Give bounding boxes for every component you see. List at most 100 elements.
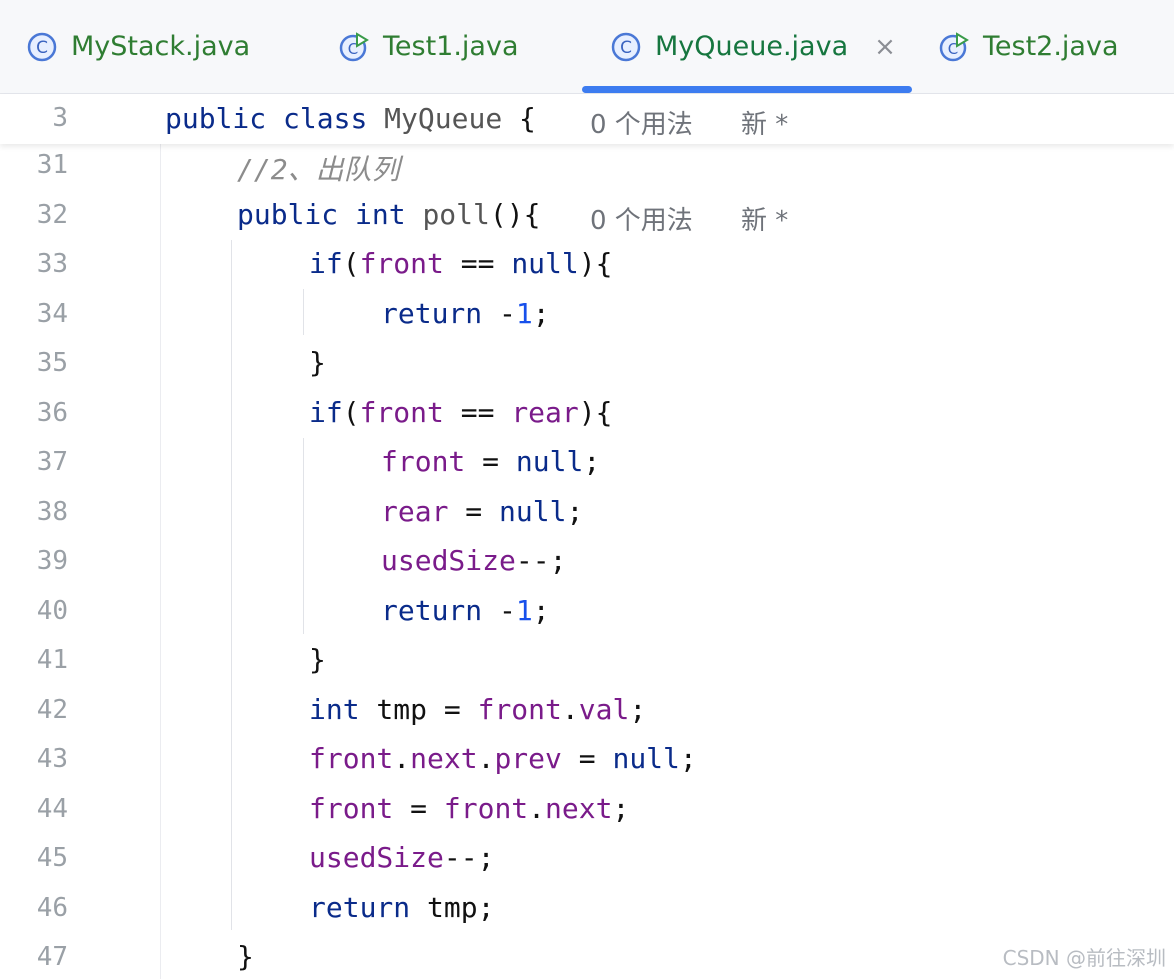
- line-number: 3: [52, 103, 68, 133]
- operator: ==: [443, 396, 512, 429]
- line-number: 46: [36, 893, 68, 923]
- operator: -: [482, 297, 516, 330]
- new-author-hint[interactable]: 新 *: [741, 104, 788, 141]
- svg-text:C: C: [620, 38, 632, 58]
- punct: ;: [679, 742, 697, 775]
- field: rear: [511, 396, 579, 429]
- line-number: 40: [36, 596, 68, 626]
- field: front: [359, 247, 444, 280]
- usages-hint[interactable]: 0 个用法: [590, 200, 693, 237]
- punct: ;: [612, 792, 630, 825]
- keyword: null: [499, 495, 567, 528]
- run-class-icon: C: [938, 31, 970, 63]
- operator: =: [561, 742, 613, 775]
- line-number: 37: [36, 447, 68, 477]
- code-line: return -1;: [381, 297, 550, 330]
- code-line: public int poll(){: [237, 198, 540, 231]
- method-name: poll: [422, 198, 490, 231]
- brace: {: [519, 102, 536, 135]
- tab-label: MyStack.java: [71, 31, 251, 62]
- field: usedSize: [309, 841, 444, 874]
- field: prev: [494, 742, 562, 775]
- field: usedSize: [381, 544, 516, 577]
- watermark: CSDN @前往深圳: [1002, 946, 1166, 970]
- operator: =: [393, 792, 444, 825]
- punct: (: [342, 247, 360, 280]
- plain: tmp;: [410, 891, 495, 924]
- keyword: public: [165, 102, 267, 135]
- punct: ;: [566, 495, 584, 528]
- line-number: 44: [36, 794, 68, 824]
- code-comment: //2、出队列: [237, 153, 400, 186]
- punct: (){: [489, 198, 541, 231]
- punct: .: [393, 742, 411, 775]
- tab-test2[interactable]: C Test2.java: [938, 0, 1119, 93]
- code-line: int tmp = front.val;: [309, 693, 646, 726]
- line-number: 32: [36, 200, 68, 230]
- operator: ==: [443, 247, 512, 280]
- class-c-icon: C: [26, 31, 58, 63]
- keyword: return: [309, 891, 411, 924]
- keyword: if: [309, 396, 343, 429]
- field: rear: [381, 495, 449, 528]
- code-line: usedSize--;: [381, 544, 566, 577]
- code-line: if(front == null){: [309, 247, 612, 280]
- keyword: null: [612, 742, 680, 775]
- punct: ){: [578, 247, 613, 280]
- line-number: 47: [36, 942, 68, 972]
- operator: --;: [443, 841, 495, 874]
- punct: .: [477, 742, 495, 775]
- code-line: front.next.prev = null;: [309, 742, 697, 775]
- close-tab-icon[interactable]: ×: [874, 32, 896, 62]
- punct: (: [342, 396, 360, 429]
- line-number: 42: [36, 695, 68, 725]
- indent-guide: [303, 289, 304, 335]
- code-line: rear = null;: [381, 495, 583, 528]
- field: front: [477, 693, 562, 726]
- tab-test1[interactable]: C Test1.java: [338, 0, 519, 93]
- operator: =: [465, 445, 516, 478]
- run-class-icon: C: [338, 31, 370, 63]
- tab-label: Test1.java: [383, 31, 519, 62]
- keyword: null: [515, 445, 584, 478]
- code-line: front = null;: [381, 445, 600, 478]
- punct: ;: [532, 594, 550, 627]
- field: front: [309, 792, 394, 825]
- line-number: 35: [36, 348, 68, 378]
- line-number: 45: [36, 843, 68, 873]
- plain: tmp =: [359, 693, 478, 726]
- class-name: MyQueue: [384, 102, 503, 135]
- code-line: }: [237, 940, 254, 973]
- tab-mystack[interactable]: C MyStack.java: [26, 0, 250, 93]
- punct: ){: [578, 396, 613, 429]
- field: val: [578, 693, 630, 726]
- keyword: public: [237, 198, 339, 231]
- editor-tab-bar: C MyStack.java C Test1.java C MyQueue.ja…: [0, 0, 1174, 94]
- field: next: [410, 742, 478, 775]
- code-line: usedSize--;: [309, 841, 494, 874]
- keyword: if: [309, 247, 343, 280]
- svg-text:C: C: [36, 38, 48, 58]
- line-number: 31: [36, 150, 68, 180]
- new-author-hint[interactable]: 新 *: [741, 200, 788, 237]
- keyword: return: [381, 594, 483, 627]
- field: front: [443, 792, 529, 825]
- keyword: return: [381, 297, 483, 330]
- line-number: 41: [36, 645, 68, 675]
- sticky-code-line: public class MyQueue {: [165, 102, 536, 135]
- punct: .: [528, 792, 546, 825]
- tab-myqueue[interactable]: C MyQueue.java ×: [610, 0, 896, 93]
- field: next: [545, 792, 613, 825]
- line-number: 38: [36, 497, 68, 527]
- punct: ;: [629, 693, 647, 726]
- usages-hint[interactable]: 0 个用法: [590, 104, 693, 141]
- number: 1: [515, 297, 533, 330]
- number: 1: [515, 594, 533, 627]
- code-line: }: [309, 346, 326, 379]
- sticky-scope-header[interactable]: 3 public class MyQueue { 0 个用法 新 *: [0, 94, 1174, 144]
- punct: ;: [583, 445, 601, 478]
- tab-label: Test2.java: [983, 31, 1119, 62]
- line-number: 33: [36, 249, 68, 279]
- punct: .: [561, 693, 579, 726]
- code-line: if(front == rear){: [309, 396, 612, 429]
